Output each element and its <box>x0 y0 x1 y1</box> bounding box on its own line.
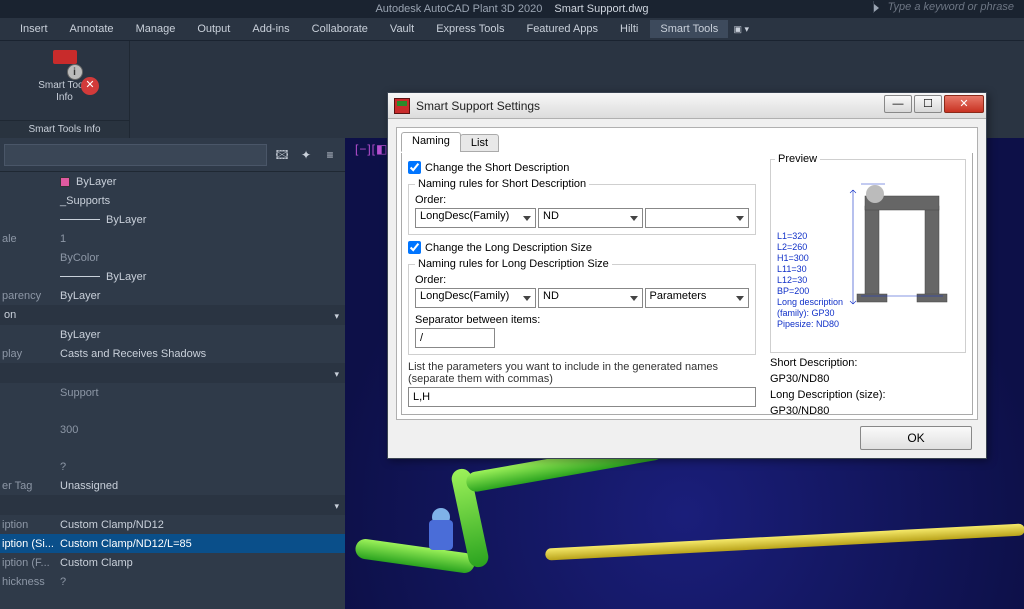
clamp-support <box>429 520 453 550</box>
prop-material[interactable]: ByLayer <box>60 329 345 341</box>
menu-output[interactable]: Output <box>187 20 240 38</box>
chevron-down-icon: ▾ <box>334 311 339 322</box>
maximize-button[interactable]: ☐ <box>914 95 942 113</box>
prop-layer[interactable]: _Supports <box>60 195 345 207</box>
combo-long-3[interactable]: Parameters <box>645 288 750 308</box>
separator-input[interactable] <box>415 328 495 348</box>
menu-overflow-icon[interactable]: ▣ ▾ <box>730 24 752 35</box>
chk-change-long-desc[interactable]: Change the Long Description Size <box>408 241 756 254</box>
app-title: Autodesk AutoCAD Plant 3D 2020 <box>375 3 542 15</box>
close-button[interactable]: ✕ <box>944 95 984 113</box>
dialog-body: Naming List Change the Short Description… <box>396 127 978 420</box>
combo-short-2[interactable]: ND <box>538 208 643 228</box>
tab-pane-naming: Change the Short Description Naming rule… <box>401 153 973 415</box>
toggle-pim-button[interactable]: ≡ <box>321 146 339 164</box>
separator-label: Separator between items: <box>415 314 749 326</box>
prop-transparency[interactable]: ByLayer <box>60 290 345 302</box>
menu-manage[interactable]: Manage <box>126 20 186 38</box>
params-input[interactable] <box>408 387 756 407</box>
preview-dim-list: L1=320 L2=260 H1=300 L11=30 L12=30 BP=20… <box>777 231 843 330</box>
order-label-2: Order: <box>415 274 749 286</box>
minimize-button[interactable]: — <box>884 95 912 113</box>
menu-addins[interactable]: Add-ins <box>242 20 299 38</box>
prop-linetype[interactable]: ByLayer <box>106 214 345 226</box>
section-divider-2[interactable]: ▾ <box>0 495 345 515</box>
prop-tag[interactable]: Unassigned <box>60 480 345 492</box>
combo-short-3[interactable] <box>645 208 750 228</box>
tab-naming[interactable]: Naming <box>401 132 461 152</box>
linetype-icon <box>60 219 100 220</box>
prop-thickness[interactable]: ? <box>60 576 345 588</box>
pipe-yellow <box>545 523 1024 560</box>
prop-unknown[interactable]: ? <box>60 461 345 473</box>
short-desc-value: GP30/ND80 <box>770 373 966 385</box>
search-input[interactable]: Type a keyword or phrase <box>873 1 1014 13</box>
prop-desc-size: Custom Clamp/ND12/L=85 <box>60 538 345 550</box>
chevron-down-icon: ▾ <box>334 501 339 512</box>
color-swatch-icon <box>60 177 70 187</box>
short-desc-label: Short Description: <box>770 357 966 369</box>
menu-smart-tools[interactable]: Smart Tools <box>650 20 728 38</box>
section-3d-visualization[interactable]: on▾ <box>0 305 345 325</box>
prop-color[interactable]: ByLayer <box>76 176 345 188</box>
error-badge-icon: ✕ <box>81 77 99 95</box>
properties-panel: 🖾 ✦ ≡ ByLayer _Supports ByLayer ale1 ByC… <box>0 138 345 609</box>
properties-toolbar: 🖾 ✦ ≡ <box>0 138 345 172</box>
prop-lineweight[interactable]: ByLayer <box>106 271 345 283</box>
menu-express[interactable]: Express Tools <box>426 20 514 38</box>
dialog-title: Smart Support Settings <box>416 99 540 113</box>
section-divider[interactable]: ▾ <box>0 363 345 383</box>
menu-hilti[interactable]: Hilti <box>610 20 648 38</box>
menu-insert[interactable]: Insert <box>10 20 58 38</box>
chk-change-short-desc[interactable]: Change the Short Description <box>408 161 756 174</box>
long-desc-label: Long Description (size): <box>770 389 966 401</box>
ribbon-panel-smart-tools-info: i ✕ Smart ToolsInfo Smart Tools Info <box>0 41 130 138</box>
chevron-down-icon: ▾ <box>334 369 339 380</box>
pick-button[interactable]: ✦ <box>297 146 315 164</box>
long-desc-value: GP30/ND80 <box>770 405 966 417</box>
menu-collaborate[interactable]: Collaborate <box>302 20 378 38</box>
prop-desc-short[interactable]: Custom Clamp/ND12 <box>60 519 345 531</box>
lineweight-icon <box>60 276 100 277</box>
menu-featured[interactable]: Featured Apps <box>516 20 608 38</box>
prop-family[interactable]: Support <box>60 387 345 399</box>
file-name: Smart Support.dwg <box>554 3 648 15</box>
quick-select-button[interactable]: 🖾 <box>273 146 291 164</box>
combo-long-1[interactable]: LongDesc(Family) <box>415 288 536 308</box>
ok-button[interactable]: OK <box>860 426 972 450</box>
prop-scale[interactable]: 1 <box>60 233 345 245</box>
params-hint: List the parameters you want to include … <box>408 361 756 385</box>
ribbon-panel-title: Smart Tools Info <box>0 120 129 138</box>
title-bar: Autodesk AutoCAD Plant 3D 2020 Smart Sup… <box>0 0 1024 18</box>
order-label: Order: <box>415 194 749 206</box>
tab-strip: Naming List <box>401 132 973 154</box>
menu-bar: Insert Annotate Manage Output Add-ins Co… <box>0 18 1024 40</box>
prop-h[interactable]: 300 <box>60 424 345 436</box>
combo-long-2[interactable]: ND <box>538 288 643 308</box>
preview-box: Preview <box>770 159 966 353</box>
prop-shadow[interactable]: Casts and Receives Shadows <box>60 348 345 360</box>
object-type-dropdown[interactable] <box>4 144 267 166</box>
pipe-green <box>354 538 476 575</box>
menu-annotate[interactable]: Annotate <box>60 20 124 38</box>
prop-plotstyle[interactable]: ByColor <box>60 252 345 264</box>
smart-tools-info-button[interactable]: i <box>49 46 81 78</box>
prop-desc-size-row[interactable]: iption (Si...Custom Clamp/ND12/L=85 <box>0 534 345 553</box>
dialog-titlebar[interactable]: Smart Support Settings — ☐ ✕ <box>388 93 986 119</box>
combo-short-1[interactable]: LongDesc(Family) <box>415 208 536 228</box>
group-long-desc: Naming rules for Long Description Size O… <box>408 258 756 355</box>
smart-support-settings-dialog: Smart Support Settings — ☐ ✕ Naming List… <box>387 92 987 459</box>
dialog-app-icon <box>394 98 410 114</box>
prop-desc-family[interactable]: Custom Clamp <box>60 557 345 569</box>
tab-list[interactable]: List <box>460 134 499 152</box>
menu-vault[interactable]: Vault <box>380 20 424 38</box>
group-short-desc: Naming rules for Short Description Order… <box>408 178 756 235</box>
